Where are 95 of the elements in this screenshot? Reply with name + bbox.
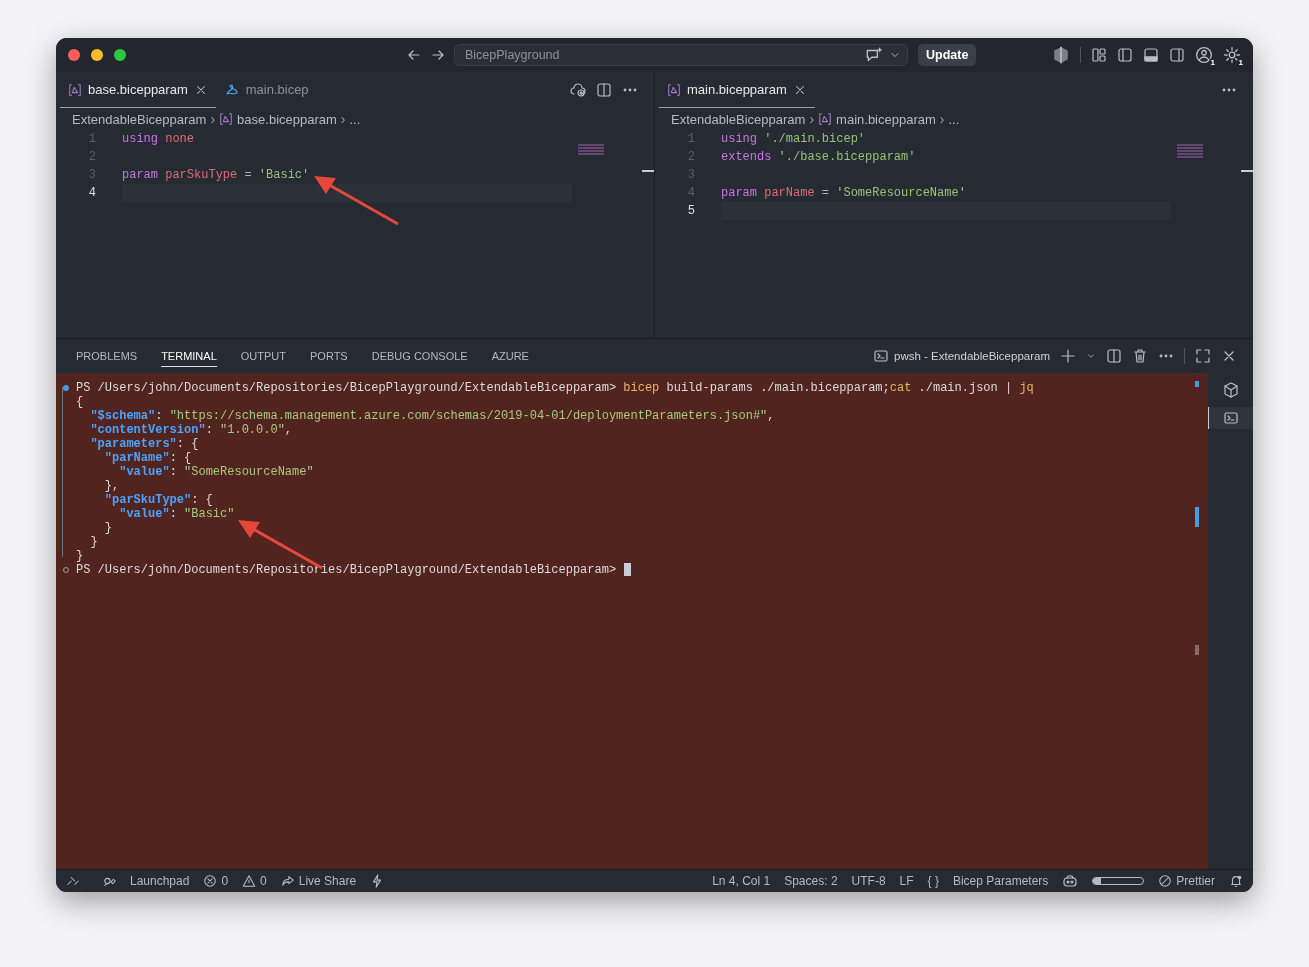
panel-tab[interactable]: OUTPUT [240, 345, 286, 367]
breadcrumb-item[interactable]: ExtendableBicepparam [671, 111, 806, 127]
code-line: param parName = 'SomeResourceName' [721, 185, 966, 202]
params-file-icon [818, 112, 833, 126]
terminal-line: "$schema": "https://schema.management.azure.com/schemas/2019-04-01/deploymentParameters.json#", [89, 409, 775, 423]
error-icon [203, 874, 218, 888]
breadcrumb-separator: › [210, 111, 216, 127]
breadcrumb-item[interactable]: ExtendableBicepparam [72, 111, 207, 127]
trash-icon [1132, 348, 1148, 364]
breadcrumb-item[interactable]: main.bicepparam [836, 111, 936, 127]
params-file-icon [68, 82, 82, 97]
account-icon [1195, 46, 1213, 64]
status-button[interactable] [66, 874, 80, 888]
code-line: using './main.bicep' [721, 131, 866, 148]
breadcrumb-separator: › [939, 111, 945, 127]
breadcrumb-separator: › [340, 111, 346, 127]
chat-sparkle-icon [865, 46, 883, 64]
status-item[interactable]: Launchpad [94, 874, 190, 888]
code-line: param parSkuType = 'Basic' [122, 167, 310, 184]
toggle-panel-icon [1143, 47, 1159, 63]
breadcrumb-item[interactable]: ... [349, 111, 361, 127]
panel-tab[interactable]: PORTS [310, 345, 348, 367]
command-status-dot[interactable] [63, 385, 69, 391]
code-line: extends './base.bicepparam' [721, 149, 916, 166]
terminal-line: { [76, 395, 84, 409]
status-button[interactable] [1062, 873, 1079, 889]
split-terminal-icon [1106, 348, 1122, 364]
share-icon [280, 874, 295, 888]
update-button[interactable]: Update [918, 44, 977, 66]
split-editor-icon [596, 82, 612, 98]
status-item[interactable]: { } [927, 874, 939, 888]
status-item[interactable]: Ln 4, Col 1 [712, 874, 771, 888]
status-item[interactable]: LF [899, 874, 914, 888]
prohibited-icon [1158, 874, 1173, 888]
terminal-line: }, [103, 479, 120, 493]
plus-icon [1060, 348, 1076, 364]
code-line: using none [122, 131, 195, 148]
terminal-line: "parName": { [103, 451, 192, 465]
terminal-line: PS /Users/john/Documents/Repositories/BicepPlayground/ExtendableBicepparam> bicep build-params ./main.bicepparam;cat ./main.json | jq [76, 381, 1034, 395]
terminal-line: "value": "SomeResourceName" [118, 465, 314, 479]
editor-tab[interactable]: main.bicepparam [659, 72, 815, 108]
panel-tab[interactable]: DEBUG CONSOLE [371, 345, 468, 367]
status-item[interactable]: Spaces: 2 [784, 874, 838, 888]
terminal-line: } [103, 521, 112, 535]
status-item[interactable]: Prettier [1158, 874, 1215, 888]
terminal-line: } [89, 535, 98, 549]
panel-tab[interactable]: TERMINAL [161, 345, 217, 367]
status-button[interactable] [1229, 874, 1243, 888]
params-file-icon [667, 82, 681, 97]
notification-badge: 1 [1236, 58, 1245, 68]
minimize-window-button[interactable] [91, 49, 103, 61]
line-number: 5 [686, 203, 695, 220]
panel-tab[interactable]: PROBLEMS [76, 345, 138, 367]
panel-tab[interactable]: AZURE [491, 345, 529, 367]
layout-icon [1091, 47, 1107, 63]
chevron-down-icon [1086, 351, 1096, 361]
remote-icon [66, 874, 80, 888]
zoom-window-button[interactable] [114, 49, 126, 61]
terminal-line: } [76, 549, 84, 563]
toggle-sidebar-icon [1117, 47, 1133, 63]
minimap [578, 144, 604, 156]
status-item[interactable]: Bicep Parameters [952, 874, 1049, 888]
minimap [1177, 144, 1203, 159]
close-window-button[interactable] [68, 49, 80, 61]
line-number: 4 [87, 185, 96, 202]
warning-icon [242, 874, 257, 888]
status-item[interactable]: UTF-8 [851, 874, 886, 888]
breadcrumb-item[interactable]: ... [948, 111, 960, 127]
terminal-icon [1223, 410, 1239, 426]
scrollbar[interactable] [1193, 373, 1208, 869]
maximize-icon [1195, 348, 1211, 364]
terminal-line: "parSkuType": { [103, 493, 213, 507]
toggle-secondary-sidebar-icon [1169, 47, 1185, 63]
terminal-line: PS /Users/john/Documents/Repositories/BicepPlayground/ExtendableBicepparam> [76, 563, 618, 577]
terminal-line: "contentVersion": "1.0.0.0", [89, 423, 293, 437]
breadcrumb-item[interactable]: base.bicepparam [237, 111, 337, 127]
status-item[interactable]: Live Share [280, 874, 357, 888]
params-file-icon [219, 112, 234, 126]
search-field[interactable]: BicepPlayground [454, 44, 908, 66]
cloud-upload-icon [570, 82, 586, 98]
terminal-icon [873, 348, 889, 364]
terminal-line: "parameters": { [89, 437, 199, 451]
status-item[interactable]: 0 [203, 874, 229, 888]
notification-badge: 1 [1208, 58, 1217, 68]
terminal-name[interactable]: pwsh - ExtendableBicepparam [894, 350, 1050, 362]
editor-tab[interactable]: main.bicep [215, 72, 317, 108]
status-item[interactable]: 0 [242, 874, 267, 888]
editor-tab[interactable]: base.bicepparam [60, 72, 216, 108]
breadcrumb-separator: › [809, 111, 815, 127]
cube-icon [1052, 46, 1070, 64]
terminal-list-item[interactable] [1208, 407, 1253, 429]
terminal-line: "value": "Basic" [118, 507, 235, 521]
cube-icon [1222, 382, 1239, 398]
copilot-icon [1062, 873, 1079, 889]
bell-icon [1229, 874, 1243, 888]
